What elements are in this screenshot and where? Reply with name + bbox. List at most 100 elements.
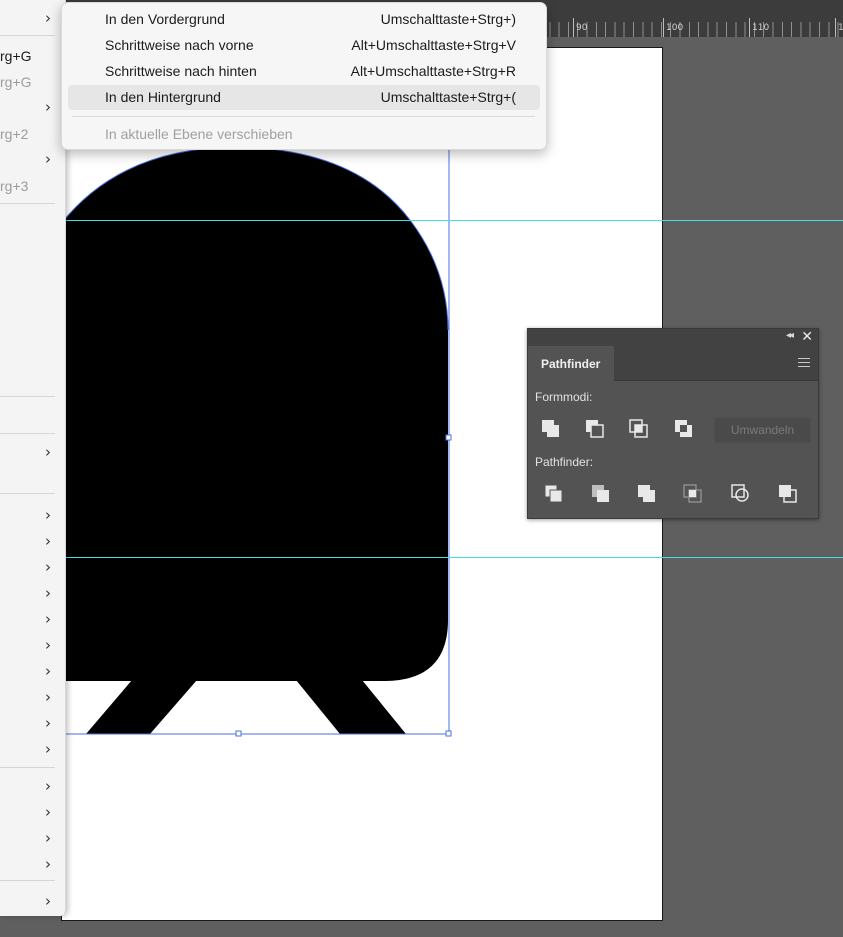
context-menu-item: rg+2 [0,122,65,146]
context-menu-item[interactable]: › [0,633,65,657]
tab-pathfinder[interactable]: Pathfinder [528,346,614,381]
context-menu-shortcut: rg+G [0,74,32,90]
context-menu-shortcut: rg+2 [0,126,29,142]
selection-handle[interactable] [235,730,242,737]
menu-divider [0,767,55,768]
panel-tabbar: Pathfinder [528,346,818,381]
chevron-right-icon: › [45,803,51,821]
menu-item-shortcut: Alt+Umschalttaste+Strg+R [350,63,516,79]
divide-icon[interactable] [543,483,565,505]
menu-item-bring-to-front[interactable]: In den Vordergrund Umschalttaste+Strg+) [68,7,540,32]
shape-modes-label: Formmodi: [535,390,593,404]
context-menu-item[interactable]: › [0,800,65,824]
crop-icon[interactable] [682,483,704,505]
menu-item-shortcut: Umschalttaste+Strg+) [380,11,516,27]
menu-item-shortcut: Alt+Umschalttaste+Strg+V [351,37,516,53]
context-menu-item[interactable]: › [0,529,65,553]
context-menu: › rg+G rg+G › rg+2 › rg+3 › › › › › › › … [0,0,66,916]
menu-item-shortcut: Umschalttaste+Strg+( [380,89,516,105]
menu-item-bring-forward[interactable]: Schrittweise nach vorne Alt+Umschalttast… [68,33,540,58]
menu-divider [72,116,535,117]
context-menu-item[interactable]: › [0,147,65,171]
expand-button[interactable]: Umwandeln [714,417,811,443]
context-menu-item[interactable]: › [0,440,65,464]
context-menu-item: rg+G [0,70,65,94]
chevron-right-icon: › [45,443,51,461]
chevron-right-icon: › [45,558,51,576]
chevron-right-icon: › [45,150,51,168]
pathfinder-panel: ◂◂ ✕ Pathfinder Formmodi: Umwandeln Path… [527,328,819,519]
close-icon[interactable]: ✕ [801,328,813,345]
menu-divider [0,203,55,204]
chevron-right-icon: › [45,584,51,602]
context-menu-item[interactable]: › [0,685,65,709]
minus-back-icon[interactable] [777,483,799,505]
chevron-right-icon: › [45,9,51,27]
black-shape-body[interactable] [60,147,448,681]
arrange-submenu: In den Vordergrund Umschalttaste+Strg+) … [61,2,547,150]
intersect-icon[interactable] [628,418,650,440]
menu-divider [0,880,55,881]
selection-handle[interactable] [445,434,452,441]
selection-handle[interactable] [445,730,452,737]
unite-icon[interactable] [540,418,562,440]
context-menu-item[interactable]: › [0,659,65,683]
tab-label: Pathfinder [541,357,601,371]
context-menu-item[interactable]: rg+G [0,44,65,68]
chevron-right-icon: › [45,532,51,550]
context-menu-item[interactable]: › [0,581,65,605]
menu-item-label: In den Hintergrund [105,89,221,105]
menu-divider [0,35,55,36]
context-menu-item[interactable]: › [0,774,65,798]
context-menu-item[interactable]: › [0,555,65,579]
chevron-right-icon: › [45,829,51,847]
merge-icon[interactable] [636,483,658,505]
menu-item-label: Schrittweise nach vorne [105,37,254,53]
chevron-right-icon: › [45,636,51,654]
menu-divider [0,396,55,397]
outline-icon[interactable] [730,483,752,505]
chevron-right-icon: › [45,662,51,680]
chevron-right-icon: › [45,892,51,910]
context-menu-item: rg+3 [0,174,65,198]
chevron-right-icon: › [45,855,51,873]
chevron-right-icon: › [45,610,51,628]
chevron-right-icon: › [45,688,51,706]
pathfinders-label: Pathfinder: [535,455,594,469]
menu-item-label: In den Vordergrund [105,11,225,27]
context-menu-shortcut: rg+G [0,48,32,64]
menu-divider [0,493,55,494]
context-menu-item[interactable]: › [0,503,65,527]
chevron-right-icon: › [45,740,51,758]
menu-divider [0,433,55,434]
context-menu-item[interactable]: › [0,711,65,735]
chevron-right-icon: › [45,777,51,795]
context-menu-item[interactable]: › [0,607,65,631]
collapse-icon[interactable]: ◂◂ [786,330,794,341]
context-menu-item[interactable]: › [0,826,65,850]
context-menu-item[interactable]: › [0,95,65,119]
chevron-right-icon: › [45,98,51,116]
exclude-icon[interactable] [673,418,695,440]
trim-icon[interactable] [590,483,612,505]
context-menu-item[interactable]: › [0,737,65,761]
context-menu-shortcut: rg+3 [0,178,29,194]
menu-item-send-backward[interactable]: Schrittweise nach hinten Alt+Umschalttas… [68,59,540,84]
chevron-right-icon: › [45,714,51,732]
expand-button-label: Umwandeln [730,423,795,437]
menu-item-send-to-current-layer: In aktuelle Ebene verschieben [68,122,540,147]
context-menu-item[interactable]: › [0,889,65,913]
menu-item-label: Schrittweise nach hinten [105,63,257,79]
context-menu-item[interactable]: › [0,852,65,876]
panel-menu-icon[interactable] [798,358,810,370]
chevron-right-icon: › [45,506,51,524]
black-shape-left-leg[interactable] [86,680,197,734]
panel-titlebar[interactable]: ◂◂ ✕ [528,328,818,346]
horizontal-guide[interactable] [62,220,843,221]
black-shape-right-leg[interactable] [296,680,406,734]
menu-item-send-to-back[interactable]: In den Hintergrund Umschalttaste+Strg+( [68,85,540,110]
context-menu-item[interactable]: › [0,6,65,30]
minus-front-icon[interactable] [584,418,606,440]
menu-item-label: In aktuelle Ebene verschieben [105,126,293,142]
horizontal-guide[interactable] [62,557,843,558]
